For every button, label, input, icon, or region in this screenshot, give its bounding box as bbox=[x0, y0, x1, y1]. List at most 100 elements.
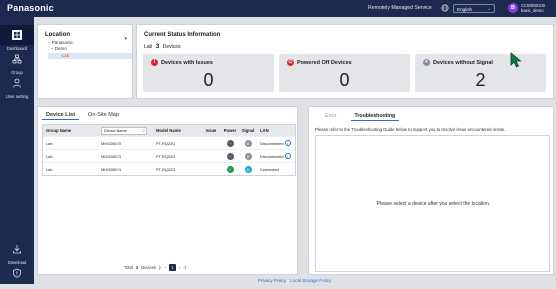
issues-card[interactable]: ! Devices with Issues 0 bbox=[143, 54, 274, 92]
sidebar-item-group[interactable]: Group bbox=[0, 51, 34, 75]
col-lan[interactable]: LAN bbox=[257, 128, 295, 133]
sidebar-item-label: User setting bbox=[5, 94, 29, 99]
col-group-name[interactable]: Group Name bbox=[43, 128, 98, 133]
cell-device: MHG05570 bbox=[101, 140, 121, 146]
download-icon bbox=[13, 245, 21, 254]
avatar[interactable]: B bbox=[508, 3, 518, 13]
power-status-icon: ⋯ bbox=[226, 139, 234, 147]
prev-page-icon[interactable]: ‹ bbox=[165, 265, 166, 270]
info-icon[interactable]: i bbox=[284, 153, 291, 159]
cell-lan: Disconnected bbox=[260, 141, 284, 146]
cell-group: Lab bbox=[46, 166, 53, 172]
dashboard-icon bbox=[12, 30, 22, 40]
filter-icon: ▽ bbox=[141, 128, 145, 133]
location-tree: – Panasonic – Demo Lab bbox=[48, 40, 132, 59]
table-row[interactable]: Lab MHG05574 PT-RQ22G I ◎ Connected bbox=[43, 162, 295, 175]
mouse-cursor-icon bbox=[510, 52, 522, 68]
device-count: 3 bbox=[155, 43, 160, 50]
first-page-icon[interactable]: |‹ bbox=[159, 265, 161, 270]
troubleshooting-note: Please refer to the Troubleshooting Guid… bbox=[315, 127, 506, 132]
signal-status-icon: ⦸ bbox=[244, 152, 252, 160]
tab-device-list[interactable]: Device List bbox=[42, 111, 80, 120]
power-status-icon: ⋯ bbox=[226, 152, 234, 160]
language-select[interactable]: English ⌄ bbox=[453, 4, 495, 13]
table-row[interactable]: Lab MHG05570 PT-RQ22G ⋯ ⦸ Disconnected i bbox=[43, 136, 295, 149]
privacy-policy-link[interactable]: Privacy Policy bbox=[258, 278, 286, 283]
card-label: Powered Off Devices bbox=[297, 59, 352, 66]
last-page-icon[interactable]: ›| bbox=[183, 265, 185, 270]
user-icon bbox=[13, 78, 21, 88]
shield-icon bbox=[13, 268, 21, 278]
tab-on-site-map[interactable]: On-Site Map bbox=[84, 111, 123, 120]
brand-logo: Panasonic bbox=[7, 3, 54, 13]
col-model-name[interactable]: Model Name bbox=[153, 128, 201, 133]
col-issue[interactable]: Issue bbox=[201, 128, 221, 133]
cell-device: MHG05573 bbox=[101, 153, 121, 159]
sidebar-item-label: Policy bbox=[11, 284, 23, 289]
tree-node[interactable]: – Demo bbox=[48, 46, 132, 52]
card-value: 0 bbox=[339, 70, 350, 90]
troubleshooting-tabs: Error Troubleshooting bbox=[321, 112, 409, 121]
device-name-placeholder: Device Name bbox=[104, 128, 127, 133]
tree-node-selected[interactable]: Lab bbox=[48, 53, 132, 59]
language-value: English bbox=[457, 6, 473, 12]
globe-icon bbox=[441, 4, 449, 12]
card-value: 0 bbox=[203, 70, 214, 90]
card-value: 2 bbox=[475, 70, 486, 90]
device-name-filter[interactable]: Device Name ▽ bbox=[101, 126, 147, 135]
pagination: Total 3 Devices |‹ ‹ 1 › ›| bbox=[124, 264, 189, 271]
device-tabs: Device List On-Site Map bbox=[42, 111, 128, 120]
col-signal[interactable]: Signal bbox=[239, 128, 257, 133]
pager-total: 3 bbox=[135, 265, 139, 270]
table-header: Group Name Device Name ▽ Model Name Issu… bbox=[43, 125, 295, 136]
error-icon: ! bbox=[151, 59, 158, 66]
top-bar: Panasonic Remotely Managed Service Engli… bbox=[0, 0, 556, 17]
powered-off-card[interactable]: ⏻ Powered Off Devices 0 bbox=[279, 54, 410, 92]
cell-device: MHG05574 bbox=[101, 166, 121, 172]
no-signal-card[interactable]: × Devices without Signal 2 bbox=[415, 54, 546, 92]
group-icon bbox=[12, 54, 22, 64]
page-current[interactable]: 1 bbox=[169, 264, 176, 271]
troubleshooting-panel: Error Troubleshooting Please refer to th… bbox=[308, 106, 554, 275]
card-label: Devices without Signal bbox=[433, 59, 493, 66]
troubleshooting-content: Please select a device after you select … bbox=[315, 135, 550, 272]
local-storage-policy-link[interactable]: Local Storage Policy bbox=[290, 278, 331, 283]
cell-model: PT-RQ22G bbox=[156, 153, 176, 159]
status-title: Current Status Information bbox=[144, 32, 221, 38]
next-page-icon[interactable]: › bbox=[179, 265, 180, 270]
power-off-icon: ⏻ bbox=[287, 59, 294, 66]
signal-status-icon: ⦸ bbox=[244, 139, 252, 147]
status-panel: Current Status Information Lab 3 Devices… bbox=[136, 24, 554, 99]
device-table: Group Name Device Name ▽ Model Name Issu… bbox=[42, 124, 296, 176]
signal-status-icon: ◎ bbox=[244, 165, 252, 173]
col-power[interactable]: Power bbox=[221, 128, 239, 133]
cell-lan: Disconnected bbox=[260, 154, 284, 159]
sidebar-item-policy[interactable]: Policy bbox=[0, 265, 34, 289]
location-panel: Location ▾ – Panasonic – Demo Lab bbox=[37, 24, 133, 99]
sidebar-item-download[interactable]: Download bbox=[0, 241, 34, 265]
devices-label: Devices bbox=[162, 44, 181, 50]
tab-troubleshooting[interactable]: Troubleshooting bbox=[350, 112, 400, 121]
status-subtitle: Lab 3 Devices bbox=[144, 43, 181, 50]
pager-total-label: Total bbox=[124, 265, 133, 270]
user-info[interactable]: CCW000100 basic_demo bbox=[521, 3, 545, 13]
location-title: Location bbox=[45, 32, 70, 38]
service-name: Remotely Managed Service bbox=[368, 5, 432, 11]
sidebar: Dashboard Group User setting Download Po… bbox=[0, 17, 34, 289]
cell-group: Lab bbox=[46, 140, 53, 146]
cell-group: Lab bbox=[46, 153, 53, 159]
location-name: Lab bbox=[144, 44, 153, 50]
cell-lan: Connected bbox=[260, 166, 279, 172]
pager-unit: Devices bbox=[141, 265, 157, 270]
chevron-down-icon: ⌄ bbox=[487, 6, 491, 11]
empty-state-message: Please select a device after you select … bbox=[376, 201, 491, 207]
tab-error[interactable]: Error bbox=[321, 112, 341, 121]
cell-model: PT-RQ22G bbox=[156, 140, 176, 146]
user-name: basic_demo bbox=[521, 8, 544, 13]
info-icon[interactable]: i bbox=[284, 140, 291, 146]
sidebar-item-user-setting[interactable]: User setting bbox=[0, 75, 34, 99]
table-row[interactable]: Lab MHG05573 PT-RQ22G ⋯ ⦸ Disconnected i bbox=[43, 149, 295, 162]
card-label: Devices with Issues bbox=[161, 59, 213, 66]
sidebar-item-dashboard[interactable]: Dashboard bbox=[0, 25, 34, 51]
no-signal-icon: × bbox=[423, 59, 430, 66]
